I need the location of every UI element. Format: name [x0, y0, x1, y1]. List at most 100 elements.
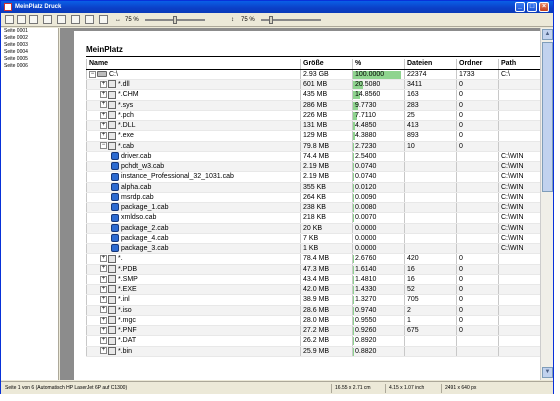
table-row: instance_Professional_32_1031.cab 2.19 MB… [86, 171, 540, 183]
page-list-item[interactable]: Seite 0003 [1, 42, 58, 49]
tree-node: + *. [89, 254, 123, 263]
cell-path [498, 141, 540, 152]
percent-bar [353, 306, 354, 315]
chevron-down-icon [57, 15, 66, 24]
expand-icon[interactable]: + [100, 111, 107, 119]
tree-node: + *.SMP [89, 275, 138, 284]
open-button[interactable] [17, 15, 26, 25]
expand-icon[interactable]: + [100, 347, 107, 355]
column-header-name: Name [86, 59, 301, 70]
cell-folders [456, 212, 499, 224]
column-header-size: Größe [300, 59, 353, 70]
cell-name: + *.inl [86, 294, 301, 306]
close-button[interactable]: × [539, 2, 549, 12]
app-icon [4, 3, 12, 11]
page-list-item[interactable]: Seite 0002 [1, 35, 58, 42]
cell-size: 238 KB [300, 202, 353, 214]
vertical-scrollbar[interactable]: ▲ ▼ [540, 28, 553, 380]
scroll-thumb[interactable] [542, 42, 553, 192]
item-name: *.CHM [118, 91, 139, 99]
expand-icon[interactable]: + [100, 337, 107, 345]
percent-bar [353, 327, 354, 335]
cab-file-icon [111, 172, 119, 181]
cell-size: 286 MB [300, 100, 353, 111]
cell-size: 25.9 MB [300, 346, 353, 357]
cell-folders: 0 [456, 79, 499, 91]
page-list-item[interactable]: Seite 0004 [1, 49, 58, 56]
cell-size: 38.9 MB [300, 294, 353, 306]
save-button[interactable] [29, 15, 38, 25]
cell-files [404, 182, 457, 193]
cell-folders: 0 [456, 130, 499, 142]
file-type-icon [108, 90, 116, 99]
cell-size: 28.6 MB [300, 305, 353, 316]
expand-icon[interactable]: + [100, 132, 107, 140]
scroll-down-button[interactable]: ▼ [542, 367, 553, 378]
cell-folders [456, 151, 499, 163]
arrow-button[interactable] [57, 15, 66, 25]
cell-path: C:\WIN [498, 151, 540, 163]
expand-icon[interactable]: + [100, 306, 107, 314]
expand-icon[interactable]: + [100, 265, 107, 273]
collapse-icon[interactable]: − [100, 142, 107, 150]
cell-size: 26.2 MB [300, 335, 353, 347]
item-name: package_1.cab [121, 204, 169, 212]
file-type-icon [108, 100, 116, 109]
expand-icon[interactable]: + [100, 80, 107, 88]
percent-value: 0.0070 [355, 214, 377, 222]
expand-icon[interactable]: + [100, 326, 107, 334]
cell-size: 20 KB [300, 223, 353, 234]
table-row: + *.PNF 27.2 MB 0.9260 675 0 [86, 325, 540, 337]
expand-icon[interactable]: + [100, 121, 107, 129]
cell-folders [456, 202, 499, 214]
cell-path [498, 100, 540, 111]
page-list-item[interactable]: Seite 0001 [1, 28, 58, 35]
item-name: alpha.cab [121, 183, 152, 191]
expand-icon[interactable]: + [100, 91, 107, 99]
cell-files: 2 [404, 305, 457, 316]
percent-bar [353, 337, 354, 345]
print-button[interactable] [71, 15, 80, 25]
expand-icon[interactable]: + [100, 316, 107, 324]
table-row: xmldso.cab 218 KB 0.0070 C:\WIN [86, 212, 540, 224]
item-name: package_2.cab [121, 224, 169, 232]
expand-icon[interactable]: + [100, 101, 107, 109]
horizontal-zoom-thumb[interactable] [173, 16, 177, 24]
expand-icon[interactable]: + [100, 275, 107, 283]
cab-file-icon [111, 203, 119, 212]
table-row: + *.exe 129 MB 4.3880 893 0 [86, 130, 540, 142]
drive-icon [97, 71, 107, 78]
page-list: Seite 0001 Seite 0002 Seite 0003 Seite 0… [1, 28, 59, 380]
page-setup-button[interactable] [5, 15, 14, 25]
scroll-up-button[interactable]: ▲ [542, 29, 553, 40]
cell-name: msrdp.cab [86, 192, 301, 204]
expand-icon[interactable]: + [100, 255, 107, 263]
table-row: + *.inl 38.9 MB 1.3270 705 0 [86, 294, 540, 306]
page-list-item[interactable]: Seite 0005 [1, 56, 58, 63]
percent-value: 1.4330 [355, 286, 377, 294]
file-type-icon [108, 264, 116, 273]
maximize-button[interactable]: □ [527, 2, 537, 12]
column-header-files: Dateien [404, 59, 457, 70]
expand-icon[interactable]: + [100, 285, 107, 293]
cell-folders: 0 [456, 100, 499, 111]
cell-name: + *.CHM [86, 89, 301, 101]
collapse-icon[interactable]: − [89, 70, 96, 78]
cell-folders [456, 192, 499, 204]
vertical-zoom-thumb[interactable] [269, 16, 273, 24]
cell-percent: 0.0000 [352, 233, 405, 245]
cab-file-icon [111, 152, 119, 161]
percent-bar [353, 286, 354, 294]
percent-value: 0.8820 [355, 347, 377, 355]
page-list-item[interactable]: Seite 0006 [1, 63, 58, 70]
percent-value: 0.9550 [355, 316, 377, 324]
minimize-button[interactable]: _ [515, 2, 525, 12]
page-width-button[interactable] [85, 15, 94, 25]
expand-icon[interactable]: + [100, 296, 107, 304]
page-height-button[interactable] [99, 15, 108, 25]
cell-name: package_2.cab [86, 223, 301, 234]
tools-button[interactable] [43, 15, 52, 25]
cell-size: 2.93 GB [300, 69, 353, 81]
table-row: + *.pch 226 MB 7.7110 25 0 [86, 110, 540, 122]
cell-size: 2.19 MB [300, 161, 353, 173]
